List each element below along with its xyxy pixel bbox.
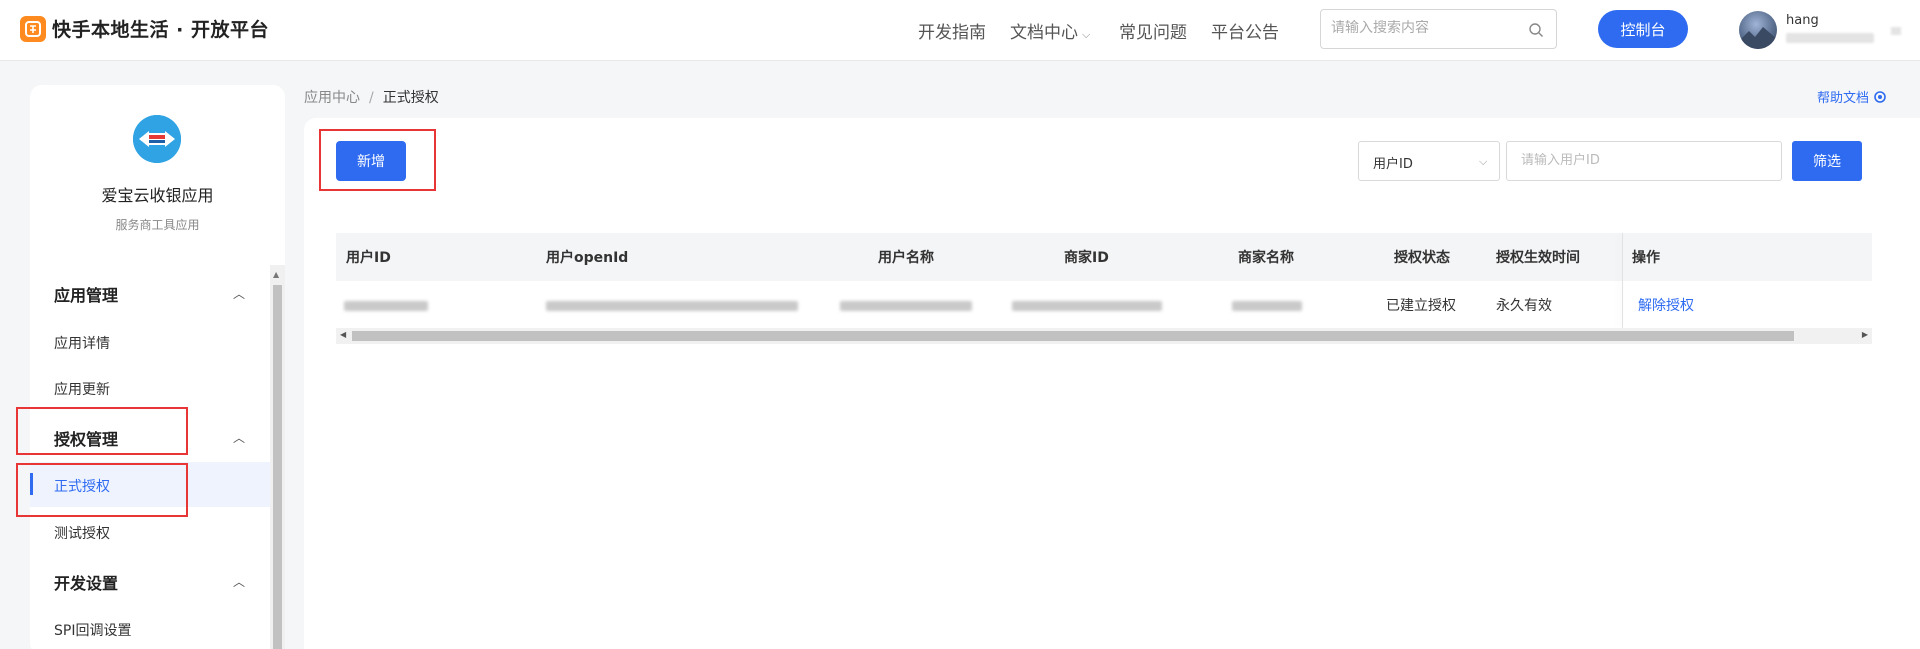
breadcrumb: 应用中心 / 正式授权 <box>304 87 439 107</box>
sidebar-item-app-update[interactable]: 应用更新 <box>54 379 110 399</box>
chevron-down-icon: ⌵ <box>1082 28 1091 41</box>
nav-faq[interactable]: 常见问题 <box>1119 18 1187 43</box>
chevron-up-icon[interactable]: ︿ <box>233 285 245 302</box>
help-docs-link[interactable]: 帮助文档 <box>1817 87 1886 106</box>
chevron-up-icon[interactable]: ︿ <box>233 573 245 590</box>
nav-dev-guide[interactable]: 开发指南 <box>918 18 986 43</box>
filter-field-select[interactable]: 用户ID ⌵ <box>1358 141 1500 181</box>
sidebar-item-app-details[interactable]: 应用详情 <box>54 333 110 353</box>
auth-effective-time: 永久有效 <box>1496 298 1552 314</box>
fixed-column-divider <box>1622 233 1623 328</box>
chevron-down-icon: ⌵ <box>1479 155 1488 168</box>
app-name: 爱宝云收银应用 <box>101 186 214 205</box>
highlight-box-auth-group <box>16 407 188 455</box>
breadcrumb-separator: / <box>369 90 374 106</box>
filter-field-value: 用户ID <box>1373 157 1413 172</box>
filter-input-box[interactable] <box>1506 141 1782 181</box>
brand-title: 快手本地生活 · 开放平台 <box>52 19 269 41</box>
scroll-left-arrow-icon[interactable]: ◀ <box>340 330 346 339</box>
search-icon[interactable] <box>1528 22 1544 38</box>
sidebar-item-test-auth[interactable]: 测试授权 <box>54 523 110 543</box>
sidebar-item-spi-callback[interactable]: SPI回调设置 <box>54 620 131 640</box>
search-box[interactable] <box>1320 9 1557 49</box>
sidebar: 爱宝云收银应用 服务商工具应用 应用管理 ︿ 应用详情 应用更新 授权管理 ︿ … <box>30 85 285 649</box>
redacted-merchant-id <box>1012 301 1162 311</box>
sidebar-group-dev-settings[interactable]: 开发设置 <box>54 570 118 594</box>
redacted-user-name <box>840 301 972 311</box>
table-header: 用户ID 用户openId 用户名称 商家ID 商家名称 授权状态 授权生效时间… <box>336 233 1872 281</box>
sidebar-scroll-thumb[interactable] <box>273 285 282 649</box>
redacted-user-menu <box>1891 27 1901 35</box>
sidebar-group-app-management[interactable]: 应用管理 <box>54 282 118 306</box>
highlight-box-add-button <box>319 129 436 191</box>
redacted-user-openid <box>546 301 798 311</box>
col-auth-status: 授权状态 <box>1394 250 1450 266</box>
col-merchant-id: 商家ID <box>1064 250 1109 266</box>
redacted-user-id <box>344 301 428 311</box>
redacted-user-info <box>1786 33 1874 43</box>
brand-logo[interactable]: 快手本地生活 · 开放平台 <box>20 15 269 42</box>
brand-icon <box>20 15 46 42</box>
search-input[interactable] <box>1331 20 1521 36</box>
top-header: 快手本地生活 · 开放平台 开发指南 文档中心 ⌵ 常见问题 平台公告 控制台 h… <box>0 0 1920 61</box>
col-actions: 操作 <box>1632 250 1660 266</box>
col-auth-effective-time: 授权生效时间 <box>1496 250 1580 266</box>
user-id-input[interactable] <box>1521 153 1771 168</box>
help-docs-label: 帮助文档 <box>1816 91 1869 106</box>
breadcrumb-parent[interactable]: 应用中心 <box>304 90 360 106</box>
col-user-name: 用户名称 <box>878 250 934 266</box>
col-user-id: 用户ID <box>346 250 391 266</box>
redacted-merchant-name <box>1232 301 1302 311</box>
app-logo <box>133 115 181 163</box>
table-row: 已建立授权 永久有效 解除授权 <box>336 281 1872 328</box>
highlight-box-formal-auth <box>16 463 188 517</box>
scroll-right-arrow-icon[interactable]: ▶ <box>1862 330 1868 339</box>
username[interactable]: hang <box>1786 13 1819 28</box>
chevron-up-icon[interactable]: ︿ <box>233 429 245 446</box>
app-type: 服务商工具应用 <box>115 218 200 232</box>
col-merchant-name: 商家名称 <box>1238 250 1294 266</box>
auth-status: 已建立授权 <box>1386 298 1456 314</box>
revoke-auth-link[interactable]: 解除授权 <box>1638 295 1694 315</box>
breadcrumb-current: 正式授权 <box>382 90 439 106</box>
filter-button[interactable]: 筛选 <box>1792 141 1862 181</box>
nav-announcements[interactable]: 平台公告 <box>1211 18 1279 43</box>
nav-docs-label: 文档中心 <box>1010 23 1078 43</box>
console-button[interactable]: 控制台 <box>1598 10 1688 48</box>
nav-docs-center[interactable]: 文档中心 ⌵ <box>1010 18 1090 43</box>
scroll-up-arrow-icon[interactable]: ▲ <box>273 270 279 279</box>
table-horizontal-scrollbar[interactable]: ◀ ▶ <box>336 328 1872 344</box>
user-avatar[interactable] <box>1739 11 1777 49</box>
main-panel <box>304 118 1920 649</box>
help-icon <box>1874 90 1886 103</box>
col-user-openid: 用户openId <box>546 250 629 266</box>
table-scroll-thumb[interactable] <box>352 331 1794 341</box>
